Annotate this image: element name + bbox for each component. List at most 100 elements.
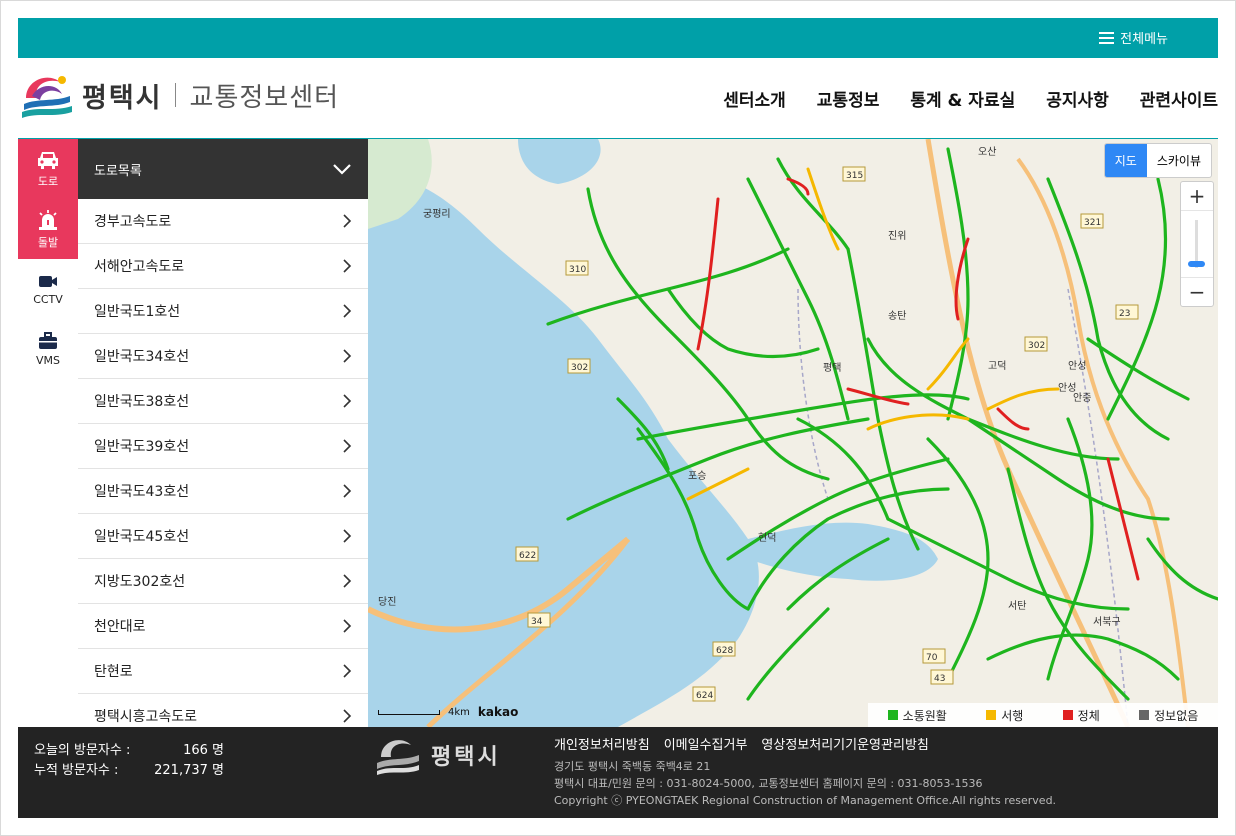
road-list-item[interactable]: 지방도302호선	[78, 559, 368, 604]
road-list-item[interactable]: 일반국도38호선	[78, 379, 368, 424]
tab-road[interactable]: 도로	[18, 139, 78, 199]
road-list-item[interactable]: 일반국도43호선	[78, 469, 368, 514]
hamburger-icon	[1099, 31, 1115, 44]
road-list-item[interactable]: 일반국도39호선	[78, 424, 368, 469]
road-list-item[interactable]: 일반국도34호선	[78, 334, 368, 379]
tab-road-label: 도로	[37, 174, 59, 188]
road-name: 서해안고속도로	[94, 259, 185, 275]
tab-cctv[interactable]: CCTV	[18, 259, 78, 319]
nav-related-sites[interactable]: 관련사이트	[1140, 86, 1218, 111]
visitors-total-label: 누적 방문자수 :	[34, 763, 119, 778]
legend-label: 소통원활	[902, 708, 947, 723]
email-refusal-link[interactable]: 이메일수집거부	[664, 734, 748, 753]
road-name: 천안대로	[94, 619, 146, 635]
chevron-down-icon	[333, 164, 351, 175]
visitor-counter: 오늘의 방문자수 : 166 명 누적 방문자수 : 221,737 명	[34, 741, 224, 781]
road-list-item[interactable]: 천안대로	[78, 604, 368, 649]
traffic-map[interactable]: 궁평리 오산 평택 포승 현덕 당진 송탄 안성 서탄 서북구 안중 고덕 진위 안성 315 310 302 3…	[368, 139, 1218, 727]
road-list: 경부고속도로서해안고속도로일반국도1호선일반국도34호선일반국도38호선일반국도…	[78, 199, 368, 727]
legend-item-no-info: 정보없음	[1139, 707, 1198, 724]
map-place-label: 당진	[378, 596, 396, 608]
visitors-today-label: 오늘의 방문자수 :	[34, 743, 131, 758]
site-logo[interactable]: 평택시 교통정보센터	[18, 68, 339, 122]
briefcase-icon	[39, 332, 57, 349]
legend-swatch	[1139, 710, 1150, 720]
nav-center-intro[interactable]: 센터소개	[723, 86, 786, 111]
chevron-right-icon	[343, 349, 352, 363]
footer-address: 경기도 평택시 죽백동 죽백4로 21	[554, 760, 711, 773]
chevron-right-icon	[343, 529, 352, 543]
road-list-header[interactable]: 도로목록	[78, 139, 368, 199]
footer-contact: 평택시 대표/민원 문의 : 031-8024-5000, 교통정보센터 홈페이…	[554, 777, 983, 790]
legend-item-congested: 정체	[1062, 707, 1100, 724]
map-mode-skyview-button[interactable]: 스카이뷰	[1147, 144, 1211, 177]
footer-city-name: 평택시	[431, 745, 501, 770]
nav-traffic-info[interactable]: 교통정보	[817, 86, 880, 111]
chevron-right-icon	[343, 304, 352, 318]
road-list-item[interactable]: 탄현로	[78, 649, 368, 694]
road-list-item[interactable]: 일반국도45호선	[78, 514, 368, 559]
road-number-label: 302	[571, 363, 588, 373]
legend-swatch	[887, 710, 898, 720]
legend-item-smooth: 소통원활	[887, 707, 947, 724]
road-list-item[interactable]: 평택시흥고속도로	[78, 694, 368, 727]
map-place-label: 진위	[888, 229, 906, 242]
full-menu-label: 전체메뉴	[1120, 32, 1168, 47]
footer-copyright: Copyright ⓒ PYEONGTAEK Regional Construc…	[554, 794, 1057, 807]
map-place-label: 평택	[823, 362, 841, 374]
footer-links: 개인정보처리방침 이메일수집거부 영상정보처리기기운영관리방침	[554, 734, 929, 753]
chevron-right-icon	[343, 439, 352, 453]
zoom-handle[interactable]	[1188, 261, 1205, 267]
legend-label: 정보없음	[1154, 708, 1199, 723]
privacy-policy-link[interactable]: 개인정보처리방침	[554, 734, 650, 753]
map-place-label: 송탄	[888, 310, 906, 322]
legend-label: 정체	[1077, 708, 1100, 723]
road-name: 일반국도39호선	[94, 439, 190, 455]
traffic-legend: 소통원활 서행 정체 정보없음	[868, 703, 1218, 727]
city-emblem-icon	[377, 740, 419, 775]
tab-vms-label: VMS	[36, 354, 60, 367]
center-name: 교통정보센터	[189, 82, 340, 113]
tab-vms[interactable]: VMS	[18, 319, 78, 379]
full-menu-button[interactable]: 전체메뉴	[1099, 28, 1168, 47]
map-place-label: 서북구	[1093, 616, 1121, 628]
nav-notice[interactable]: 공지사항	[1046, 86, 1109, 111]
road-list-item[interactable]: 서해안고속도로	[78, 244, 368, 289]
chevron-right-icon	[343, 259, 352, 273]
city-name: 평택시	[82, 82, 163, 114]
chevron-right-icon	[343, 619, 352, 633]
road-name: 일반국도34호선	[94, 349, 190, 365]
logo-divider	[174, 83, 176, 107]
chevron-right-icon	[343, 394, 352, 408]
zoom-in-button[interactable]: +	[1181, 182, 1213, 211]
road-number-label: 23	[1119, 309, 1130, 319]
city-emblem-icon	[22, 76, 72, 118]
road-name: 평택시흥고속도로	[94, 709, 198, 725]
chevron-right-icon	[343, 214, 352, 228]
map-place-label: 현덕	[758, 532, 776, 544]
tab-incident-label: 돌발	[37, 235, 59, 249]
scale-label: 4km	[448, 706, 470, 718]
top-bar: 전체메뉴	[18, 18, 1218, 58]
map-place-label: 안성	[1058, 382, 1076, 394]
zoom-out-button[interactable]: −	[1181, 277, 1213, 306]
map-mode-map-button[interactable]: 지도	[1104, 144, 1147, 177]
camera-icon	[39, 276, 57, 287]
map-provider-logo: kakao	[477, 705, 519, 719]
zoom-control: + −	[1180, 181, 1214, 307]
cctv-policy-link[interactable]: 영상정보처리기기운영관리방침	[761, 734, 928, 753]
nav-stats[interactable]: 통계 & 자료실	[910, 86, 1015, 111]
tab-incident[interactable]: 돌발	[18, 199, 78, 259]
road-name: 일반국도1호선	[94, 304, 181, 320]
road-list-item[interactable]: 일반국도1호선	[78, 289, 368, 334]
road-number-label: 302	[1028, 341, 1045, 351]
road-list-item[interactable]: 경부고속도로	[78, 199, 368, 244]
road-name: 지방도302호선	[94, 574, 186, 590]
road-name: 일반국도45호선	[94, 529, 190, 545]
map-scale: 4km kakao	[378, 705, 518, 719]
header: 평택시 교통정보센터 센터소개 교통정보 통계 & 자료실 공지사항 관련사이트	[18, 58, 1218, 139]
road-name: 일반국도38호선	[94, 394, 190, 410]
road-list-panel: 도로목록 경부고속도로서해안고속도로일반국도1호선일반국도34호선일반국도38호…	[78, 139, 369, 727]
map-canvas[interactable]: 궁평리오산평택포승현덕당진송탄안성서탄서북구안중고덕진위안성3153103023…	[368, 139, 1218, 727]
map-place-label: 포승	[688, 470, 706, 482]
